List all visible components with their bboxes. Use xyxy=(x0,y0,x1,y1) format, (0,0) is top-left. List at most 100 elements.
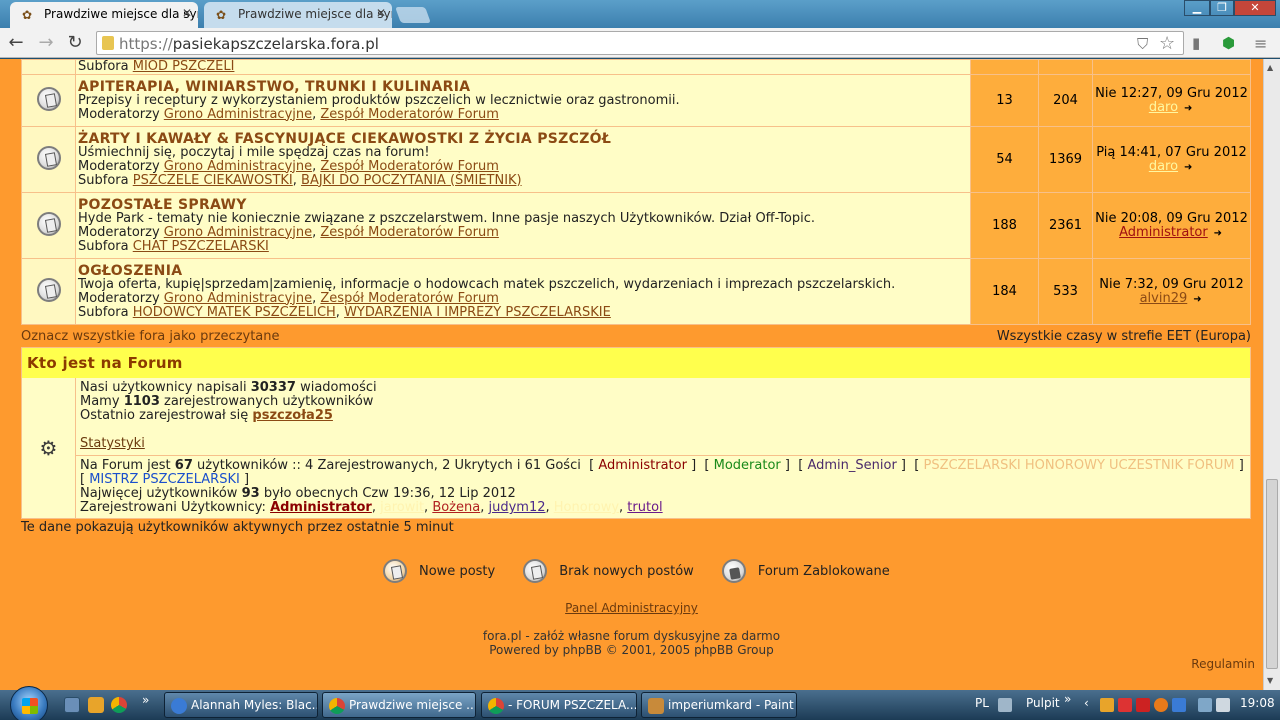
tab-active[interactable]: ✿ Prawdziwe miejsce dla syn ✕ xyxy=(10,2,198,28)
online-user-link[interactable]: jarowit xyxy=(380,500,424,515)
reload-icon[interactable]: ↻ xyxy=(63,31,87,55)
timezone-note: Wszystkie czasy w strefie EET (Europa) xyxy=(996,329,1251,344)
scroll-up-icon[interactable]: ▲ xyxy=(1267,63,1273,72)
signal-bars-icon[interactable]: ▮ xyxy=(1192,34,1200,52)
shield-icon[interactable]: ⛉ xyxy=(1137,35,1148,53)
footer-line-2[interactable]: Powered by phpBB © 2001, 2005 phpBB Grou… xyxy=(8,643,1255,657)
no-new-posts-icon xyxy=(36,86,61,111)
scrollbar-thumb[interactable] xyxy=(1266,479,1278,669)
users-online-icon: ⚙ xyxy=(39,436,58,460)
moderator-link[interactable]: Grono Administracyjne xyxy=(164,291,312,306)
subforum-link[interactable]: CHAT PSZCZELARSKI xyxy=(133,239,269,254)
media-player-icon[interactable] xyxy=(88,697,104,713)
subforum-link[interactable]: HODOWCY MATEK PSZCZELICH xyxy=(133,305,336,320)
topics-count: 184 xyxy=(970,258,1039,325)
online-user-link[interactable]: Bożena xyxy=(432,500,480,515)
tray-app-icon[interactable] xyxy=(1154,698,1168,712)
last-post-user[interactable]: daro xyxy=(1149,100,1178,115)
volume-icon[interactable] xyxy=(1216,698,1230,712)
subforum-link[interactable]: WYDARZENIA I IMPREZY PSZCZELARSKIE xyxy=(344,305,611,320)
go-to-last-post-icon[interactable]: ➜ xyxy=(1191,294,1203,305)
vertical-scrollbar[interactable]: ▲ ▼ xyxy=(1263,59,1280,690)
topics-count: 188 xyxy=(970,192,1039,259)
footer-line-1[interactable]: fora.pl - załóż własne forum dyskusyjne … xyxy=(8,629,1255,643)
chrome-icon[interactable] xyxy=(111,697,127,713)
online-user-link[interactable]: trutol xyxy=(627,500,662,515)
online-users-section: Na Forum jest 67 użytkowników :: 4 Zarej… xyxy=(76,455,1250,518)
total-users: 1103 xyxy=(123,394,160,409)
moderator-link[interactable]: Grono Administracyjne xyxy=(164,225,312,240)
quicklaunch-overflow-icon[interactable]: » xyxy=(142,693,149,707)
bookmark-star-icon[interactable]: ☆ xyxy=(1159,33,1175,54)
subforum-link[interactable]: PSZCZELE CIEKAWOSTKI xyxy=(133,173,293,188)
taskbar-item[interactable]: - FORUM PSZCZELA... xyxy=(481,692,637,718)
moderator-link[interactable]: Zespół Moderatorów Forum xyxy=(320,225,498,240)
subforum-link[interactable]: MIÓD PSZCZELI xyxy=(133,59,235,74)
chrome-icon xyxy=(329,698,345,714)
forum-title-link[interactable]: ŻARTY I KAWAŁY & FASCYNUJĄCE CIEKAWOSTKI… xyxy=(78,132,970,146)
show-desktop-icon[interactable] xyxy=(64,697,80,713)
menu-icon[interactable]: ≡ xyxy=(1254,34,1267,53)
minimize-button[interactable]: ▁ xyxy=(1184,0,1210,16)
desktop-toolbar[interactable]: Pulpit xyxy=(1026,696,1060,710)
bee-favicon-icon: ✿ xyxy=(216,8,227,22)
page-info-icon[interactable] xyxy=(102,36,114,50)
subforum-link[interactable]: BAJKI DO POCZYTANIA (ŚMIETNIK) xyxy=(301,173,522,188)
posts-count: 2361 xyxy=(1038,192,1093,259)
close-icon[interactable]: ✕ xyxy=(376,6,386,20)
taskbar-item[interactable]: Alannah Myles: Blac... xyxy=(164,692,318,718)
online-user-link[interactable]: Honorowy xyxy=(554,500,619,515)
topics-count: 13 xyxy=(970,74,1039,127)
footer: fora.pl - załóż własne forum dyskusyjne … xyxy=(8,629,1255,657)
go-to-last-post-icon[interactable]: ➜ xyxy=(1212,228,1224,239)
online-user-link[interactable]: Administrator xyxy=(270,500,372,515)
go-to-last-post-icon[interactable]: ➜ xyxy=(1182,162,1194,173)
taskbar-item[interactable]: Prawdziwe miejsce ... xyxy=(322,692,476,718)
rules-link[interactable]: Regulamin xyxy=(1191,657,1255,671)
online-user-link[interactable]: judym12 xyxy=(488,500,545,515)
forum-description: Hyde Park - tematy nie koniecznie związa… xyxy=(78,210,815,226)
new-tab-button[interactable] xyxy=(395,7,431,23)
close-icon[interactable]: ✕ xyxy=(182,6,192,20)
moderator-link[interactable]: Zespół Moderatorów Forum xyxy=(320,159,498,174)
tray-app-icon[interactable] xyxy=(1172,698,1186,712)
forum-page: Subfora MIÓD PSZCZELI APITERAPIA, WINIAR… xyxy=(8,59,1263,690)
network-icon[interactable] xyxy=(1198,698,1212,712)
forum-title-link[interactable]: OGŁOSZENIA xyxy=(78,264,970,278)
window-close-button[interactable]: ✕ xyxy=(1234,0,1276,16)
extension-icon[interactable]: ⬢ xyxy=(1222,34,1235,52)
no-new-posts-icon xyxy=(36,277,61,302)
address-bar[interactable]: https://pasiekapszczelarska.fora.pl ⛉ ☆ xyxy=(96,31,1184,55)
tray-expand-icon[interactable]: ‹ xyxy=(1084,696,1089,710)
tray-app-icon[interactable] xyxy=(1100,698,1114,712)
tray-app-icon[interactable] xyxy=(1118,698,1132,712)
start-button[interactable] xyxy=(10,686,48,720)
forum-title-link[interactable]: POZOSTAŁE SPRAWY xyxy=(78,198,970,212)
newest-user-link[interactable]: pszczoła25 xyxy=(252,408,333,423)
tray-app-icon[interactable] xyxy=(1136,698,1150,712)
clock[interactable]: 19:08 xyxy=(1240,696,1275,710)
statistics-link[interactable]: Statystyki xyxy=(80,436,145,451)
keyboard-icon[interactable] xyxy=(998,698,1012,712)
moderator-link[interactable]: Grono Administracyjne xyxy=(164,159,312,174)
last-post-user[interactable]: Administrator xyxy=(1119,225,1208,240)
tab-inactive[interactable]: ✿ Prawdziwe miejsce dla syn ✕ xyxy=(204,2,392,28)
back-arrow-icon[interactable]: ← xyxy=(4,31,28,55)
browser-toolbar: ← → ↻ https://pasiekapszczelarska.fora.p… xyxy=(0,28,1280,58)
last-post-user[interactable]: alvin29 xyxy=(1140,291,1188,306)
taskbar-item[interactable]: imperiumkard - Paint xyxy=(641,692,797,718)
toolbar-overflow-icon[interactable]: » xyxy=(1064,692,1071,706)
moderator-link[interactable]: Zespół Moderatorów Forum xyxy=(320,291,498,306)
forward-arrow-icon[interactable]: → xyxy=(34,31,58,55)
maximize-button[interactable]: ❐ xyxy=(1210,0,1234,16)
mark-all-read-link[interactable]: Oznacz wszystkie fora jako przeczytane xyxy=(21,329,280,344)
forum-title-link[interactable]: APITERAPIA, WINIARSTWO, TRUNKI I KULINAR… xyxy=(78,80,970,94)
scroll-down-icon[interactable]: ▼ xyxy=(1267,676,1273,685)
moderator-link[interactable]: Grono Administracyjne xyxy=(164,107,312,122)
last-post-user[interactable]: daro xyxy=(1149,159,1178,174)
admin-panel-link[interactable]: Panel Administracyjny xyxy=(565,601,698,615)
language-indicator[interactable]: PL xyxy=(975,696,989,710)
table-row-partial: Subfora MIÓD PSZCZELI xyxy=(21,59,1251,75)
moderator-link[interactable]: Zespół Moderatorów Forum xyxy=(320,107,498,122)
go-to-last-post-icon[interactable]: ➜ xyxy=(1182,103,1194,114)
